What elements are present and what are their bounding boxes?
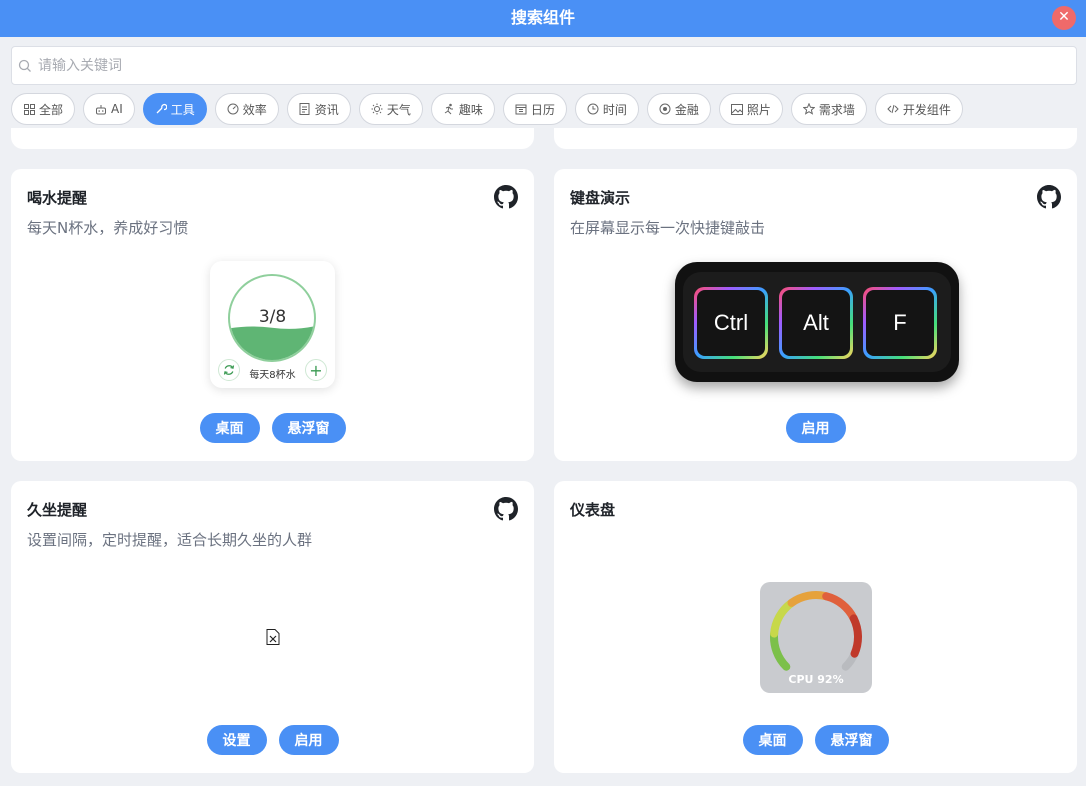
key-f: F [863,287,937,359]
search-input[interactable] [38,47,1068,84]
search-icon [18,59,31,72]
card-actions: 设置 启用 [11,725,534,755]
tab-label: 工具 [170,102,195,117]
gauge-segment [787,591,831,607]
tab-weather[interactable]: 天气 [358,93,423,125]
tab-label: 金融 [674,102,699,117]
card-actions: 桌面 悬浮窗 [554,725,1077,755]
tab-label: 趣味 [458,102,483,117]
wrench-icon [155,103,167,115]
tab-efficiency[interactable]: 效率 [214,93,279,125]
title-bar: 搜索组件 ✕ [0,0,1086,37]
key-label: F [866,290,934,356]
desktop-button[interactable]: 桌面 [742,725,803,755]
card-stub-left [11,128,534,149]
floating-window-button[interactable]: 悬浮窗 [271,413,346,443]
tab-wishlist[interactable]: 需求墙 [790,93,867,125]
water-widget-preview: 3/8 + 每天8杯水 [210,261,335,388]
broken-image-icon [266,629,280,645]
github-icon[interactable] [494,185,518,209]
widget-card-dashboard: 仪表盘 CPU 92% 桌面 悬浮窗 [554,481,1077,773]
tab-label: 全部 [39,102,64,117]
enable-button[interactable]: 启用 [278,725,339,755]
code-icon [887,103,899,115]
sun-icon [371,103,383,115]
water-fill [230,325,314,360]
github-icon[interactable] [1037,185,1061,209]
enable-button[interactable]: 启用 [785,413,846,443]
widget-card-sitting: 久坐提醒 设置间隔，定时提醒，适合长期久坐的人群 设置 启用 [11,481,534,773]
tab-label: 天气 [386,102,411,117]
keyboard-preview: Ctrl Alt F [675,262,959,382]
tab-news[interactable]: 资讯 [286,93,351,125]
card-description: 设置间隔，定时提醒，适合长期久坐的人群 [27,531,313,549]
tab-fun[interactable]: 趣味 [430,93,495,125]
run-icon [443,103,455,115]
coin-icon [659,103,671,115]
card-title: 久坐提醒 [27,501,88,519]
robot-icon [95,103,107,115]
tab-dev-widgets[interactable]: 开发组件 [874,93,963,125]
tab-ai[interactable]: AI [83,93,135,125]
tab-all[interactable]: 全部 [11,93,76,125]
card-description: 每天N杯水，养成好习惯 [27,219,189,237]
gauge-segment [849,614,862,658]
search-box [11,46,1077,85]
tab-finance[interactable]: 金融 [646,93,711,125]
clock-icon [587,103,599,115]
card-title: 喝水提醒 [27,189,88,207]
key-ctrl: Ctrl [694,287,768,359]
close-icon: ✕ [1058,9,1070,25]
category-tabs: 全部 AI 工具 效率 资讯 天气 趣味 日历 时间 金融 照片 需求墙 开发组… [11,93,963,125]
key-label: Alt [782,290,850,356]
news-icon [299,103,311,115]
key-alt: Alt [779,287,853,359]
card-title: 仪表盘 [570,501,616,519]
grid-icon [23,103,35,115]
tab-label: 需求墙 [818,102,855,117]
widget-card-keyboard: 键盘演示 在屏幕显示每一次快捷键敲击 Ctrl Alt F 启用 [554,169,1077,461]
tab-label: 效率 [242,102,267,117]
tab-label: 开发组件 [902,102,951,117]
tab-label: 日历 [530,102,555,117]
water-goal-label: 每天8杯水 [249,370,296,381]
floating-window-button[interactable]: 悬浮窗 [814,725,889,755]
tab-calendar[interactable]: 日历 [502,93,567,125]
star-icon [802,103,815,115]
tab-tools[interactable]: 工具 [142,93,207,125]
tab-label: 资讯 [314,102,339,117]
tab-time[interactable]: 时间 [574,93,639,125]
key-label: Ctrl [697,290,765,356]
keyboard-body: Ctrl Alt F [683,272,951,372]
card-stub-right [554,128,1077,149]
image-icon [730,103,743,115]
close-button[interactable]: ✕ [1052,6,1076,30]
widget-card-water: 喝水提醒 每天N杯水，养成好习惯 3/8 + 每天8杯水 桌面 悬浮窗 [11,169,534,461]
card-actions: 启用 [554,413,1077,443]
github-icon[interactable] [494,497,518,521]
tab-label: 时间 [602,102,627,117]
settings-button[interactable]: 设置 [206,725,267,755]
tab-label: AI [111,102,123,116]
card-actions: 桌面 悬浮窗 [11,413,534,443]
card-title: 键盘演示 [570,189,631,207]
gauge-icon [227,103,239,115]
tab-photos[interactable]: 照片 [718,93,783,125]
desktop-button[interactable]: 桌面 [199,413,260,443]
tab-label: 照片 [746,102,771,117]
calendar-icon [515,103,527,115]
gauge-segment [770,629,791,671]
cup-count: 3/8 [258,307,287,327]
window-title: 搜索组件 [510,8,575,27]
cpu-usage-label: CPU 92% [788,673,844,686]
card-description: 在屏幕显示每一次快捷键敲击 [570,219,766,237]
dashboard-widget-preview: CPU 92% [760,582,872,693]
